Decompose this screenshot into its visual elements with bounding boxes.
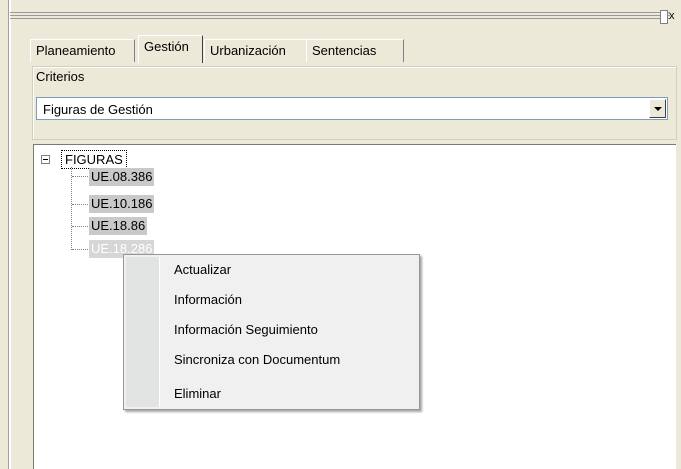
collapse-icon[interactable]	[41, 155, 50, 164]
grip-line	[10, 18, 670, 19]
grip-line	[10, 15, 670, 16]
menu-item-informacion[interactable]: Información	[174, 289, 242, 311]
grip-end-cap	[660, 10, 668, 24]
tree-node[interactable]: UE.08.386	[89, 168, 155, 186]
dock-grip-bar[interactable]	[10, 12, 670, 20]
context-menu: Actualizar Información Información Segui…	[123, 254, 420, 410]
menu-icon-gutter	[126, 257, 160, 407]
menu-item-eliminar[interactable]: Eliminar	[174, 383, 221, 405]
pane-left-border	[8, 0, 11, 469]
menu-item-sincroniza-documentum[interactable]: Sincroniza con Documentum	[174, 349, 340, 371]
chevron-down-icon[interactable]	[649, 99, 666, 118]
tree-connector	[72, 249, 88, 250]
menu-item-actualizar[interactable]: Actualizar	[174, 259, 231, 281]
criterios-dropdown[interactable]: Figuras de Gestión	[36, 97, 668, 120]
tree-node[interactable]: UE.18.86	[89, 217, 148, 235]
tree-connector	[72, 226, 88, 227]
tree-connector	[71, 167, 72, 250]
close-icon[interactable]: x	[669, 10, 681, 23]
menu-item-informacion-seguimiento[interactable]: Información Seguimiento	[174, 319, 318, 341]
tab-sentencias[interactable]: Sentencias	[306, 39, 404, 62]
dropdown-selected-value: Figuras de Gestión	[43, 102, 153, 117]
criterios-label: Criterios	[34, 69, 87, 84]
tab-urbanizacion[interactable]: Urbanización	[204, 39, 313, 62]
tab-planeamiento[interactable]: Planeamiento	[30, 39, 135, 62]
tree-connector	[72, 176, 88, 177]
tree-node[interactable]: UE.10.186	[89, 195, 155, 213]
tab-gestion[interactable]: Gestión	[138, 35, 203, 63]
grip-line	[10, 12, 670, 13]
tree-connector	[72, 204, 88, 205]
